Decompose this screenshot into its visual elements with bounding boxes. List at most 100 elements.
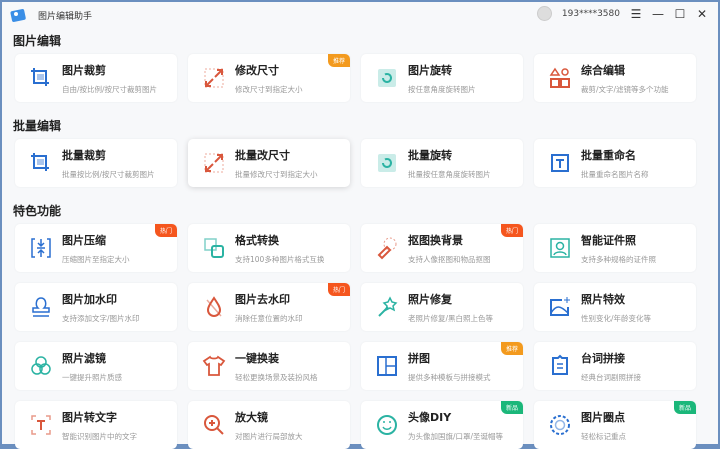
ocr-icon: [31, 415, 51, 435]
tool-description: 消除任意位置的水印: [235, 314, 303, 323]
tool-description: 按任意角度旋转图片: [408, 85, 476, 94]
tool-card[interactable]: 图片裁剪 自由/按比例/按尺寸裁剪图片: [15, 54, 177, 102]
tool-title: 图片加水印: [62, 293, 117, 306]
tool-title: 批量旋转: [408, 149, 452, 162]
resize-icon: [204, 68, 224, 88]
tool-description: 批量重命名图片名称: [581, 170, 649, 179]
tool-description: 裁剪/文字/滤镜等多个功能: [581, 85, 669, 94]
minimize-icon[interactable]: —: [652, 7, 664, 21]
tool-title: 照片修复: [408, 293, 452, 306]
avatar[interactable]: [536, 6, 552, 21]
tool-title: 放大镜: [235, 411, 268, 424]
tool-card[interactable]: 图片转文字 智能识别图片中的文字: [15, 401, 177, 449]
menu-icon[interactable]: ☰: [630, 7, 642, 21]
batch-crop-icon: [31, 153, 49, 171]
badge-recommend: 推荐: [327, 54, 350, 67]
tool-description: 经典台词剧照拼接: [581, 373, 641, 382]
user-account[interactable]: 193****3580: [562, 9, 620, 19]
tool-description: 批量按任意角度旋转图片: [408, 170, 491, 179]
tool-card[interactable]: 头像DIY 为头像加国旗/口罩/圣诞帽等 新品: [361, 401, 523, 449]
shirt-icon: [202, 355, 226, 376]
tool-card[interactable]: 放大镜 对图片进行局部放大: [188, 401, 350, 449]
badge-recommend: 推荐: [500, 342, 523, 355]
tool-description: 轻松标记重点: [581, 432, 626, 441]
tool-title: 照片特效: [581, 293, 625, 306]
filter-icon: [31, 356, 51, 375]
tool-title: 综合编辑: [581, 64, 625, 77]
tool-description: 老照片修复/黑白照上色等: [408, 314, 494, 323]
tool-card[interactable]: 批量改尺寸 批量修改尺寸到指定大小: [188, 139, 350, 187]
tool-card[interactable]: 台词拼接 经典台词剧照拼接: [534, 342, 696, 390]
tool-title: 一键换装: [235, 352, 279, 365]
tool-title: 批量改尺寸: [235, 149, 290, 162]
rename-icon: [551, 154, 569, 172]
convert-icon: [204, 238, 224, 258]
tool-title: 抠图换背景: [408, 234, 463, 247]
title-bar: 图片编辑助手 193****3580 ☰ — ☐ ✕: [2, 2, 718, 28]
tool-title: 格式转换: [235, 234, 279, 247]
tool-description: 对图片进行局部放大: [235, 432, 303, 441]
tool-description: 为头像加国旗/口罩/圣诞帽等: [408, 432, 504, 441]
subtitle-icon: [552, 354, 568, 375]
tool-title: 图片去水印: [235, 293, 290, 306]
tool-title: 拼图: [408, 352, 430, 365]
section-title: 批量编辑: [13, 119, 62, 133]
circle-mark-icon: [550, 415, 570, 435]
tool-description: 支持多种规格的证件照: [581, 255, 656, 264]
compress-icon: [31, 238, 51, 258]
tool-card[interactable]: 批量重命名 批量重命名图片名称: [534, 139, 696, 187]
magic-wand-icon: [378, 296, 398, 317]
tool-card[interactable]: 照片修复 老照片修复/黑白照上色等: [361, 283, 523, 331]
magnifier-icon: [204, 415, 224, 435]
tool-card[interactable]: 修改尺寸 修改尺寸到指定大小 推荐: [188, 54, 350, 102]
id-photo-icon: [550, 238, 570, 258]
tool-description: 支持人像抠图和物品抠图: [408, 255, 491, 264]
tool-card[interactable]: 图片去水印 消除任意位置的水印 热门: [188, 283, 350, 331]
tool-title: 图片旋转: [408, 64, 452, 77]
maximize-icon[interactable]: ☐: [674, 7, 686, 21]
tool-card[interactable]: 图片圈点 轻松标记重点 新品: [534, 401, 696, 449]
badge-hot: 热门: [327, 283, 350, 296]
tool-title: 图片圈点: [581, 411, 625, 424]
tool-description: 轻松更换场景及装扮风格: [235, 373, 318, 382]
tool-card[interactable]: 照片滤镜 一键提升照片质感: [15, 342, 177, 390]
tool-card[interactable]: 批量裁剪 批量按比例/按尺寸裁剪图片: [15, 139, 177, 187]
shapes-icon: [549, 67, 570, 88]
tool-title: 修改尺寸: [235, 64, 279, 77]
tool-description: 智能识别图片中的文字: [62, 432, 137, 441]
tool-description: 自由/按比例/按尺寸裁剪图片: [62, 85, 158, 94]
tool-description: 性别变化/年龄变化等: [581, 314, 652, 323]
tool-card[interactable]: 图片旋转 按任意角度旋转图片: [361, 54, 523, 102]
batch-rotate-icon: [378, 154, 396, 172]
crop-icon: [31, 68, 49, 86]
tool-description: 支持100多种图片格式互换: [235, 255, 325, 264]
tool-card[interactable]: 批量旋转 批量按任意角度旋转图片: [361, 139, 523, 187]
close-icon[interactable]: ✕: [696, 7, 708, 21]
tool-description: 批量按比例/按尺寸裁剪图片: [62, 170, 155, 179]
tool-description: 压缩图片至指定大小: [62, 255, 130, 264]
tool-card[interactable]: 智能证件照 支持多种规格的证件照: [534, 224, 696, 272]
tool-card[interactable]: 照片特效 性别变化/年龄变化等: [534, 283, 696, 331]
rotate-icon: [378, 69, 396, 87]
tool-card[interactable]: 图片加水印 支持添加文字/图片水印: [15, 283, 177, 331]
tool-description: 提供多种模板与拼接模式: [408, 373, 491, 382]
tool-title: 照片滤镜: [62, 352, 106, 365]
tool-card[interactable]: 图片压缩 压缩图片至指定大小 热门: [15, 224, 177, 272]
tool-card[interactable]: 综合编辑 裁剪/文字/滤镜等多个功能: [534, 54, 696, 102]
stamp-icon: [32, 297, 50, 317]
badge-hot: 热门: [500, 224, 523, 237]
tool-description: 一键提升照片质感: [62, 373, 122, 382]
tool-description: 批量修改尺寸到指定大小: [235, 170, 318, 179]
tool-card[interactable]: 拼图 提供多种模板与拼接模式 推荐: [361, 342, 523, 390]
tool-card[interactable]: 格式转换 支持100多种图片格式互换: [188, 224, 350, 272]
remove-watermark-icon: [206, 296, 222, 317]
tool-title: 图片转文字: [62, 411, 117, 424]
collage-icon: [377, 356, 397, 376]
tool-title: 头像DIY: [408, 411, 452, 424]
tool-title: 图片裁剪: [62, 64, 106, 77]
tool-title: 智能证件照: [581, 234, 636, 247]
tool-card[interactable]: 抠图换背景 支持人像抠图和物品抠图 热门: [361, 224, 523, 272]
app-window: 图片编辑助手 193****3580 ☰ — ☐ ✕ 图片编辑 图片裁剪 自由/…: [2, 2, 718, 449]
tool-card[interactable]: 一键换装 轻松更换场景及装扮风格: [188, 342, 350, 390]
tool-title: 台词拼接: [581, 352, 625, 365]
